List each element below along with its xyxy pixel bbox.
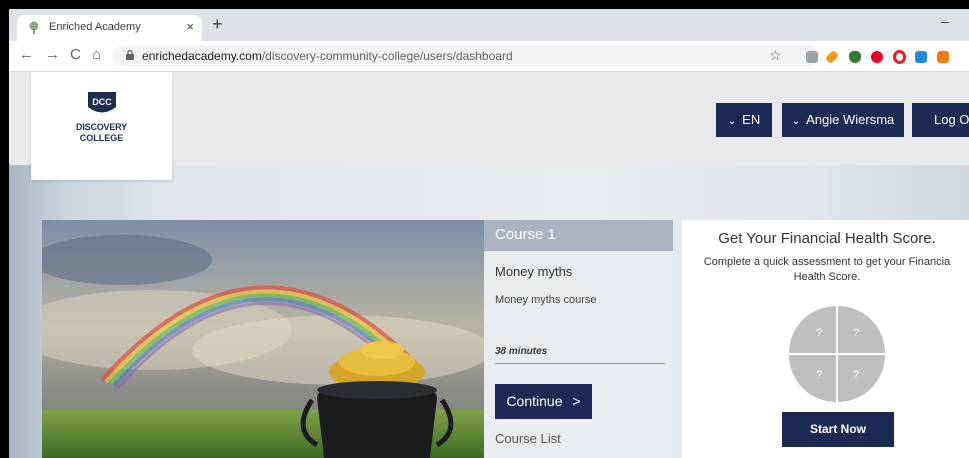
logo-mark-text: DCC [92,97,112,107]
address-bar[interactable]: enrichedacademy.com/discovery-community-… [114,45,819,67]
calendar-icon[interactable] [915,51,927,63]
pinterest-icon[interactable] [871,51,883,63]
tab-strip: Enriched Academy × + – [9,9,969,41]
course-number-bar: Course 1 [484,220,673,251]
dashboard-page: DCC DISCOVERY COLLEGE ⌄ EN ⌄ Angie Wiersma… [9,72,969,458]
score-quadrant-bottom-right: ? [838,355,885,402]
browser-tab[interactable]: Enriched Academy × [17,15,202,41]
description-line-1: Complete a quick assessment to get your … [703,256,951,268]
course-title[interactable]: Money myths [495,264,572,279]
minimize-button[interactable]: – [941,13,949,29]
puzzle-icon[interactable] [806,51,818,63]
financial-health-title: Get Your Financial Health Score. [718,230,936,247]
tab-title: Enriched Academy [49,21,141,33]
shield-icon[interactable] [849,51,861,63]
start-now-button[interactable]: Start Now [782,412,894,447]
browser-window: Enriched Academy × + – ← → C ⌂ enricheda… [9,9,969,458]
dcc-shield-icon: DCC [88,92,116,113]
continue-label: Continue [506,393,563,409]
lock-icon [126,50,134,60]
course-card: Course 1 Money myths Money myths course … [484,220,673,458]
reload-button[interactable]: C [70,46,81,64]
score-quadrant-top-right: ? [838,306,885,353]
course-progress-bar [495,363,665,364]
pot-of-gold-rainbow-image [42,220,484,458]
browser-toolbar: ← → C ⌂ enrichedacademy.com/discovery-co… [9,41,969,72]
continue-button[interactable]: Continue > [495,384,592,419]
forward-button[interactable]: → [45,46,60,64]
language-label: EN [742,112,761,127]
course-subtitle: Money myths course [495,294,597,306]
score-quadrant-bottom-left: ? [789,355,836,402]
chevron-down-icon: ⌄ [791,116,801,127]
logo-text-college: COLLEGE [79,133,124,143]
bookmark-star-icon[interactable]: ☆ [769,47,782,64]
user-menu-dropdown[interactable]: ⌄ Angie Wiersma [782,103,904,137]
course-image[interactable] [42,220,484,458]
financial-health-card: Get Your Financial Health Score. Complet… [682,220,969,458]
new-tab-button[interactable]: + [212,15,223,33]
financial-health-description: Complete a quick assessment to get your … [682,255,969,285]
close-tab-icon[interactable]: × [186,19,194,34]
briefcase-icon[interactable] [937,51,949,63]
url-text: enrichedacademy.com/discovery-community-… [142,49,513,63]
back-button[interactable]: ← [19,46,34,64]
home-button[interactable]: ⌂ [92,46,101,64]
chevron-down-icon: ⌄ [727,116,737,127]
chevron-right-icon: > [572,393,581,409]
course-number: Course 1 [495,226,556,243]
description-line-2: Health Score. [793,271,861,283]
score-quadrant-top-left: ? [789,306,836,353]
logout-button[interactable]: Log O [912,103,969,137]
course-duration: 38 minutes [495,346,548,357]
key-icon[interactable] [824,49,840,65]
language-dropdown[interactable]: ⌄ EN [716,103,772,137]
opera-icon[interactable] [893,50,906,64]
logo-text-discovery: DISCOVERY [76,122,127,132]
tree-favicon-icon [29,21,39,34]
course-list-link[interactable]: Course List [495,431,561,446]
college-logo[interactable]: DCC DISCOVERY COLLEGE [31,72,172,180]
user-name-label: Angie Wiersma [806,112,895,127]
